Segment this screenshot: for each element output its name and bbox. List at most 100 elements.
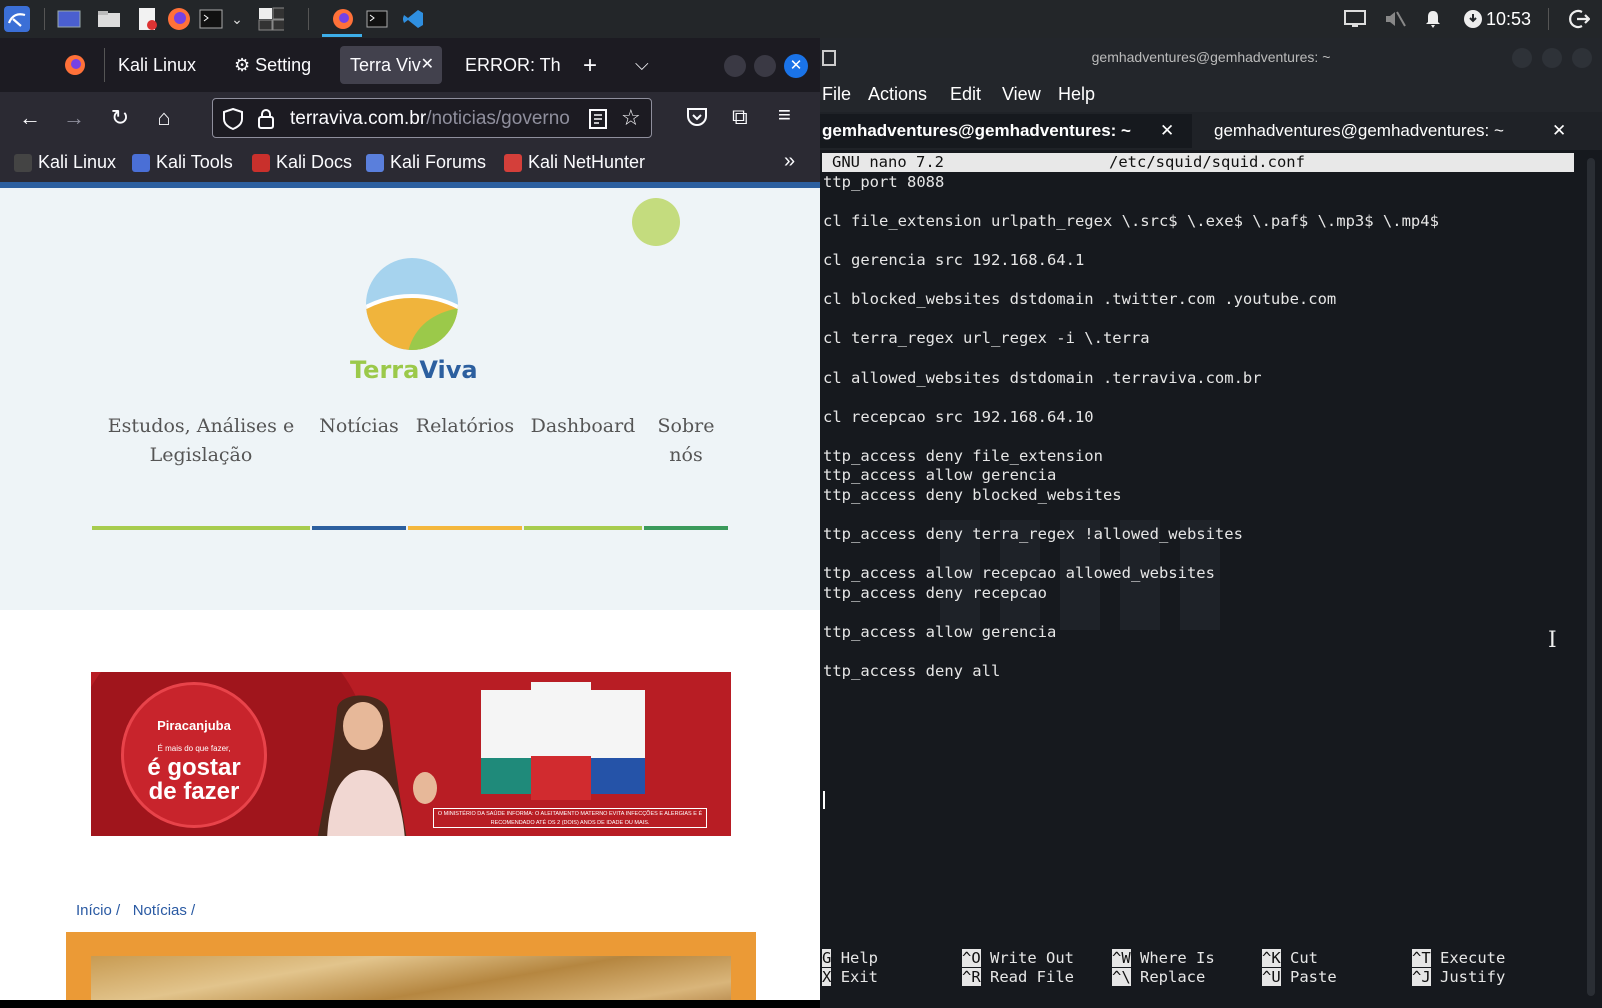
site-info-lock-icon[interactable]: [257, 109, 275, 134]
terminal-tab-2[interactable]: gemhadventures@gemhadventures: ~ ✕: [1212, 114, 1592, 148]
pocket-icon[interactable]: [686, 106, 708, 133]
bookmark-kali-tools[interactable]: Kali Tools: [132, 152, 233, 173]
nav-dashboard[interactable]: Dashboard: [524, 412, 642, 441]
terraviva-logo-icon[interactable]: [364, 256, 460, 357]
shortcut-write-out[interactable]: ^O Write Out: [962, 949, 1074, 968]
firefox-window-button-icon[interactable]: [330, 6, 356, 32]
config-line[interactable]: cl gerencia src 192.168.64.1: [823, 251, 1084, 270]
shortcut-exit[interactable]: X Exit: [822, 968, 878, 987]
notifications-bell-icon[interactable]: [1420, 6, 1446, 32]
shortcut-cut[interactable]: ^K Cut: [1262, 949, 1318, 968]
workspace-switcher-icon[interactable]: [258, 6, 284, 32]
shortcut-execute[interactable]: ^T Execute: [1412, 949, 1505, 968]
tab-terra-viva[interactable]: Terra Viv ✕: [340, 46, 442, 84]
ad-banner[interactable]: Piracanjuba É mais do que fazer, é gosta…: [91, 672, 731, 836]
terminal-minimize-button[interactable]: [1512, 48, 1532, 68]
bookmark-star-icon[interactable]: ☆: [621, 105, 641, 131]
config-line[interactable]: ttp_access deny all: [823, 662, 1000, 681]
config-line[interactable]: ttp_access deny recepcao: [823, 584, 1047, 603]
update-status-icon[interactable]: [1460, 6, 1486, 32]
terminal-close-button[interactable]: [1572, 48, 1592, 68]
clock[interactable]: 10:53: [1486, 9, 1531, 30]
shortcut-read-file[interactable]: ^R Read File: [962, 968, 1074, 987]
nav-sobre[interactable]: Sobre nós: [644, 412, 728, 470]
kali-menu-icon[interactable]: [4, 6, 30, 32]
url-text[interactable]: terraviva.com.br/noticias/governo: [290, 108, 580, 130]
reader-view-icon[interactable]: [589, 109, 607, 134]
close-tab-icon[interactable]: ✕: [421, 46, 434, 84]
terminal-scrollbar[interactable]: [1587, 158, 1595, 996]
display-icon[interactable]: [1342, 6, 1368, 32]
menu-help[interactable]: Help: [1058, 84, 1095, 105]
home-icon[interactable]: ⌂: [150, 104, 178, 132]
hamburger-menu-icon[interactable]: ≡: [778, 102, 791, 128]
menu-actions[interactable]: Actions: [868, 84, 927, 105]
more-bookmarks-chevron-icon[interactable]: »: [784, 150, 795, 173]
maximize-button[interactable]: [754, 55, 776, 77]
tab-error[interactable]: ERROR: Th: [455, 46, 565, 84]
config-line[interactable]: ttp_access allow gerencia: [823, 466, 1056, 485]
terminal-window-button-icon[interactable]: [364, 6, 390, 32]
bookmark-kali-nethunter[interactable]: Kali NetHunter: [504, 152, 645, 173]
logout-icon[interactable]: [1566, 6, 1592, 32]
config-line[interactable]: cl recepcao src 192.168.64.10: [823, 408, 1094, 427]
forward-arrow-icon[interactable]: →: [60, 104, 88, 132]
config-line[interactable]: cl file_extension urlpath_regex \.src$ \…: [823, 212, 1439, 231]
bookmark-kali-forums[interactable]: Kali Forums: [366, 152, 486, 173]
list-all-tabs-chevron-icon[interactable]: ⌵: [635, 54, 649, 75]
breadcrumb-noticias[interactable]: Notícias /: [133, 902, 196, 919]
config-line[interactable]: ttp_access deny file_extension: [823, 447, 1103, 466]
nav-estudos[interactable]: Estudos, Análises e Legislação: [92, 412, 310, 470]
firefox-view-icon[interactable]: [64, 54, 86, 81]
terraviva-wordmark[interactable]: TerraViva: [350, 356, 478, 384]
shortcut-replace[interactable]: ^\ Replace: [1112, 968, 1205, 987]
reload-icon[interactable]: ↻: [106, 104, 134, 132]
menu-edit[interactable]: Edit: [950, 84, 981, 105]
config-line[interactable]: ttp_access deny blocked_websites: [823, 486, 1122, 505]
config-line[interactable]: ttp_access allow recepcao allowed_websit…: [823, 564, 1215, 583]
brand-part-terra: Terra: [350, 356, 420, 384]
config-line[interactable]: cl blocked_websites dstdomain .twitter.c…: [823, 290, 1336, 309]
menu-view[interactable]: View: [1002, 84, 1041, 105]
volume-muted-icon[interactable]: [1382, 6, 1408, 32]
file-manager-icon[interactable]: [96, 6, 122, 32]
nav-noticias[interactable]: Notícias: [312, 412, 406, 441]
new-tab-plus-icon[interactable]: +: [583, 52, 597, 80]
show-desktop-icon[interactable]: [56, 6, 82, 32]
tracking-protection-shield-icon[interactable]: [223, 107, 243, 135]
shortcut-where-is[interactable]: ^W Where Is: [1112, 949, 1215, 968]
nano-filename: /etc/squid/squid.conf: [1109, 153, 1305, 171]
config-line[interactable]: cl allowed_websites dstdomain .terraviva…: [823, 369, 1262, 388]
nav-label-line2: nós: [669, 444, 703, 466]
back-arrow-icon[interactable]: ←: [16, 104, 44, 132]
close-window-button[interactable]: ✕: [784, 54, 808, 78]
config-line[interactable]: ttp_access allow gerencia: [823, 623, 1056, 642]
terminal-tab-1[interactable]: gemhadventures@gemhadventures: ~ ✕: [820, 114, 1192, 148]
bookmark-kali-docs[interactable]: Kali Docs: [252, 152, 352, 173]
menu-file[interactable]: File: [822, 84, 851, 105]
nano-editor[interactable]: GNU nano 7.2/etc/squid/squid.conf ttp_po…: [820, 150, 1602, 1008]
shortcut-justify[interactable]: ^J Justify: [1412, 968, 1505, 987]
tab-kali-linux[interactable]: Kali Linux: [108, 46, 218, 84]
chevron-down-icon[interactable]: ⌄: [224, 6, 250, 32]
config-line[interactable]: ttp_port 8088: [823, 173, 944, 192]
vscode-window-button-icon[interactable]: [400, 6, 426, 32]
config-line[interactable]: cl terra_regex url_regex -i \.terra: [823, 329, 1150, 348]
firefox-launcher-icon[interactable]: [166, 6, 192, 32]
terminal-maximize-button[interactable]: [1542, 48, 1562, 68]
extensions-puzzle-icon[interactable]: ⧉: [732, 104, 748, 130]
text-editor-icon[interactable]: [134, 6, 160, 32]
terminal-launcher-icon[interactable]: [198, 6, 224, 32]
tab-settings[interactable]: ⚙ Setting: [224, 46, 336, 84]
close-terminal-tab-icon[interactable]: ✕: [1160, 114, 1174, 148]
nav-relatorios[interactable]: Relatórios: [408, 412, 522, 441]
breadcrumb-inicio[interactable]: Início /: [76, 902, 120, 919]
config-line[interactable]: ttp_access deny terra_regex !allowed_web…: [823, 525, 1243, 544]
bookmark-kali-linux[interactable]: Kali Linux: [14, 152, 116, 173]
shortcut-paste[interactable]: ^U Paste: [1262, 968, 1337, 987]
close-terminal-tab-icon[interactable]: ✕: [1552, 114, 1566, 148]
article-hero-image[interactable]: [91, 956, 731, 1000]
shortcut-help[interactable]: G Help: [822, 949, 878, 968]
minimize-button[interactable]: [724, 55, 746, 77]
url-bar[interactable]: terraviva.com.br/noticias/governo ☆: [212, 98, 652, 138]
